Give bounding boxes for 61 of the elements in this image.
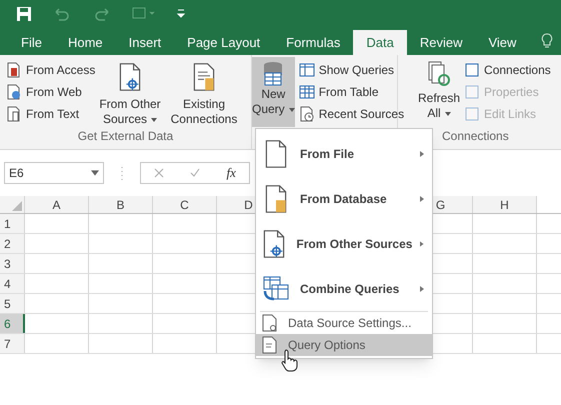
column-header[interactable]: B	[89, 196, 153, 213]
existing-connections-button[interactable]: Existing Connections	[164, 61, 244, 127]
ribbon-small-button[interactable]: Show Queries	[298, 61, 404, 79]
row-header[interactable]: 7	[0, 334, 25, 353]
clock-document-icon	[298, 106, 315, 122]
name-box[interactable]: E6	[4, 162, 104, 184]
caret-icon	[444, 112, 451, 116]
ribbon-small-button[interactable]: From Table	[298, 83, 404, 101]
ribbon-small-button[interactable]: Connections	[464, 61, 551, 79]
caret-icon	[288, 108, 295, 112]
insert-function-button[interactable]: fx	[226, 163, 236, 183]
save-icon[interactable]	[16, 6, 32, 22]
row-header[interactable]: 4	[0, 274, 25, 293]
crosshair-document-icon	[118, 61, 142, 93]
group-label: Connections	[441, 128, 510, 145]
table-icon	[298, 62, 315, 78]
ribbon-tab[interactable]: Insert	[116, 30, 174, 55]
row-header[interactable]: 2	[0, 234, 25, 253]
refresh-all-button[interactable]: Refresh All	[418, 61, 460, 127]
column-header[interactable]: H	[473, 196, 537, 213]
group-label: Get External Data	[76, 128, 174, 145]
database-document-icon	[264, 182, 288, 214]
combine-tables-icon	[262, 274, 290, 302]
crosshair-document-icon	[262, 228, 286, 260]
document-gear-icon	[262, 314, 278, 332]
row-header[interactable]: 5	[0, 294, 25, 313]
column-header[interactable]: A	[25, 196, 89, 213]
dropdown-icon	[91, 170, 99, 176]
ribbon-tab[interactable]: Review	[406, 30, 476, 55]
menu-item[interactable]: Combine Queries	[256, 266, 432, 311]
ribbon-tab[interactable]: View	[475, 30, 530, 55]
document-database-icon	[192, 61, 216, 93]
globe-document-icon	[6, 84, 22, 100]
menu-item[interactable]: Data Source Settings...	[256, 312, 432, 334]
ribbon-tab[interactable]: Home	[54, 30, 116, 55]
ribbon-tab[interactable]: Page Layout	[174, 30, 274, 55]
new-query-button[interactable]: New Query	[252, 57, 295, 127]
select-all-icon[interactable]	[12, 201, 22, 211]
column-header[interactable]: C	[153, 196, 217, 213]
menu-item[interactable]: From File	[256, 131, 432, 176]
ribbon-small-button[interactable]: From Web	[6, 83, 96, 101]
ribbon-small-button[interactable]: Recent Sources	[298, 105, 404, 123]
caret-icon	[151, 118, 158, 122]
text-document-icon	[6, 106, 22, 122]
ribbon-small-button[interactable]: From Text	[6, 105, 96, 123]
ribbon-tab[interactable]: Data	[353, 30, 407, 55]
refresh-documents-icon	[427, 61, 452, 87]
lightbulb-icon[interactable]	[541, 33, 554, 49]
row-header[interactable]: 1	[0, 214, 25, 233]
menu-item[interactable]: From Other Sources	[256, 221, 432, 266]
cancel-icon[interactable]	[154, 168, 164, 178]
row-header[interactable]: 6	[0, 314, 25, 333]
menu-item[interactable]: Query Options	[256, 334, 432, 356]
ribbon-tab[interactable]: Formulas	[273, 30, 354, 55]
grid-table-icon	[298, 84, 315, 100]
ribbon-small-button[interactable]: From Access	[6, 61, 96, 79]
row-header[interactable]: 3	[0, 254, 25, 273]
ribbon-tab[interactable]: File	[8, 30, 55, 55]
access-file-icon	[6, 62, 22, 78]
from-other-sources-button[interactable]: From Other Sources	[96, 61, 164, 127]
check-icon[interactable]	[190, 168, 200, 178]
